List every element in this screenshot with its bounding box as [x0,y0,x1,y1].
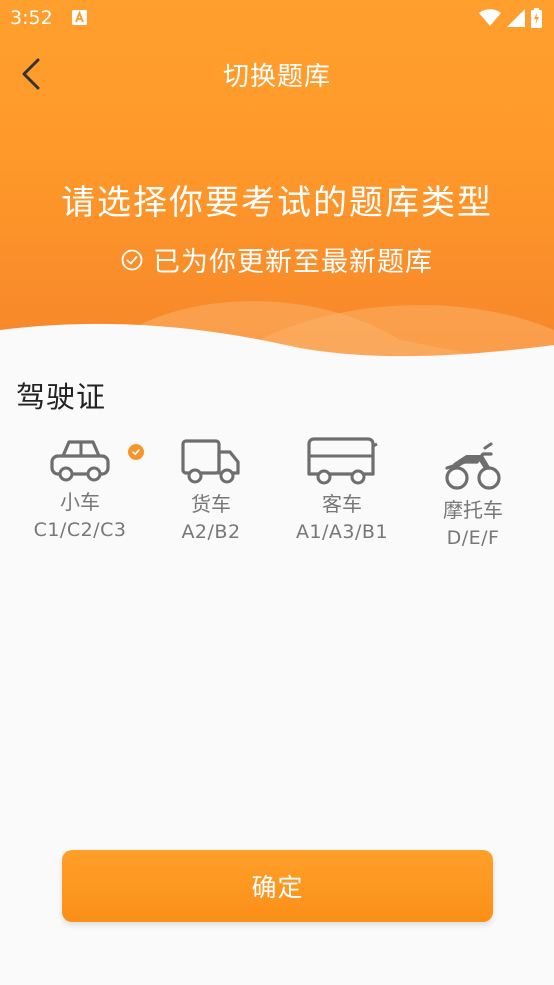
hero-subtext: 已为你更新至最新题库 [153,247,433,278]
page-title: 切换题库 [222,62,331,92]
system-icons [479,8,542,28]
type-item-car[interactable]: 小车 C1/C2/C3 [20,436,144,541]
switch-question-bank-screen: 3:52 切换题库 请选择你要考试的题库类型 已为你更新至最新题库 驾驶证 小车… [0,0,554,985]
signal-icon [507,9,525,27]
type-name: 客车 [322,492,362,516]
type-code: C1/C2/C3 [33,519,127,541]
check-circle-icon [121,249,143,270]
status-time: 3:52 [10,7,53,29]
section-title: 驾驶证 [16,380,107,414]
license-type-list: 小车 C1/C2/C3 货车 A2/B2 客车 A1/A3/B1 摩托车 D/E… [0,436,554,566]
hero-heading: 请选择你要考试的题库类型 [61,183,493,223]
type-code: D/E/F [446,527,500,549]
type-item-truck[interactable]: 货车 A2/B2 [151,436,271,543]
truck-icon [181,439,240,484]
motorcycle-icon [445,442,501,490]
type-name: 货车 [191,492,231,516]
type-code: A2/B2 [181,521,241,543]
checkmark-icon [132,449,140,456]
notification-icon [72,10,87,25]
header-banner: 3:52 切换题库 请选择你要考试的题库类型 已为你更新至最新题库 [0,0,554,360]
hero-subtext-row: 已为你更新至最新题库 [0,240,554,279]
selected-check-badge [128,444,144,460]
toolbar: 切换题库 [0,36,554,112]
type-name: 小车 [60,490,100,514]
type-name: 摩托车 [443,498,503,522]
wave-decoration [0,301,554,360]
wifi-icon [479,9,501,26]
car-icon [50,440,110,482]
type-code: A1/A3/B1 [295,521,389,543]
type-item-motorcycle[interactable]: 摩托车 D/E/F [413,442,533,549]
type-item-bus[interactable]: 客车 A1/A3/B1 [282,436,402,543]
battery-charging-icon [531,8,542,28]
bus-icon [307,437,378,485]
status-bar: 3:52 [0,0,554,36]
confirm-button[interactable]: 确定 [62,850,493,922]
